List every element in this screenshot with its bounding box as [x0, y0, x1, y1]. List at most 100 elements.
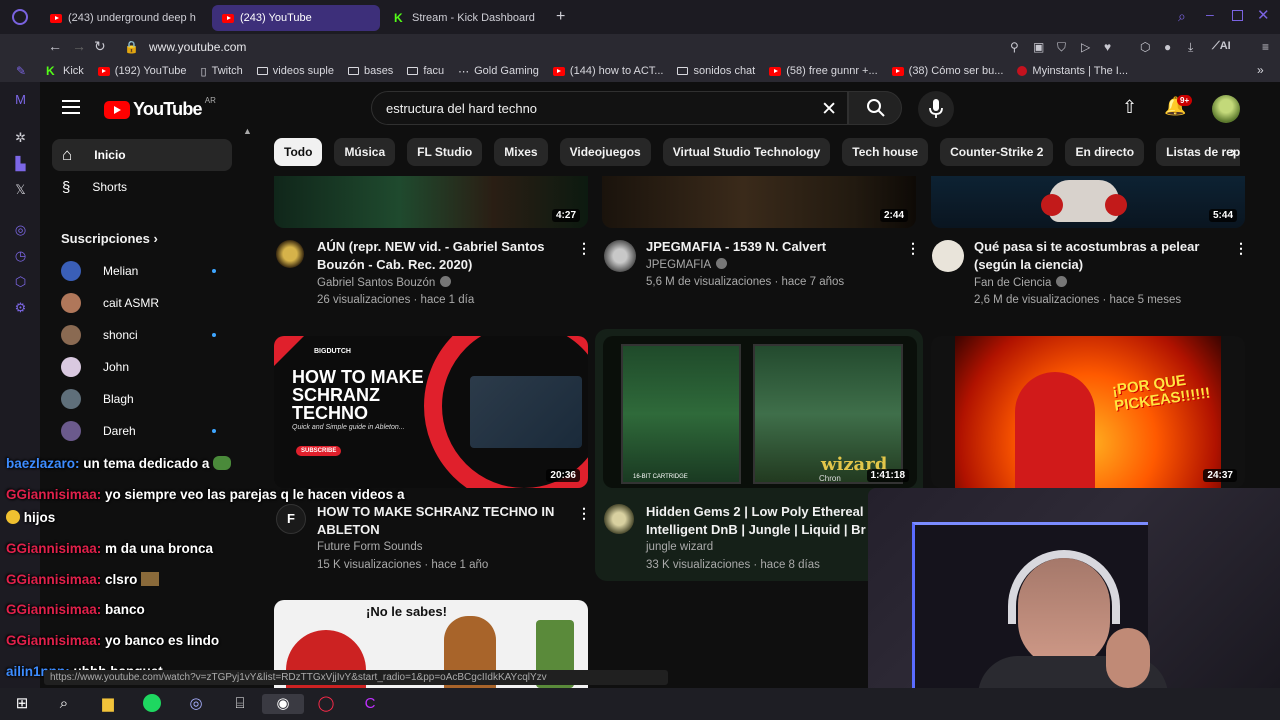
subscription-shonci[interactable]: shonci: [61, 324, 221, 346]
channel-avatar[interactable]: [604, 504, 634, 534]
more-options-icon[interactable]: ⋮: [577, 240, 591, 257]
chip-listas[interactable]: Listas de repro: [1156, 138, 1240, 166]
player-icon[interactable]: ◎: [13, 222, 28, 237]
chip-videojuegos[interactable]: Videojuegos: [559, 138, 651, 166]
video-title[interactable]: AÚN (repr. NEW vid. - Gabriel Santos Bouz…: [317, 238, 567, 274]
tab-youtube-active[interactable]: (243) YouTube: [212, 5, 380, 31]
screenshot-icon[interactable]: ▣: [1033, 40, 1044, 54]
search-button[interactable]: [848, 91, 902, 125]
video-thumbnail[interactable]: 4:27: [274, 176, 588, 228]
bookmark-gold-gaming[interactable]: ⋯ Gold Gaming: [458, 65, 539, 78]
chip-mixes[interactable]: Mixes: [494, 138, 548, 166]
video-title[interactable]: JPEGMAFIA - 1539 N. Calvert: [646, 238, 896, 256]
bookmark-star-icon[interactable]: ✎: [16, 64, 26, 78]
shield-icon[interactable]: ⛉: [1057, 40, 1066, 55]
subscription-john[interactable]: John: [61, 356, 221, 378]
bookmark-how-to-act[interactable]: (144) how to ACT...: [552, 65, 663, 77]
url-field[interactable]: www.youtube.com: [149, 40, 246, 54]
more-options-icon[interactable]: ⋮: [1234, 240, 1248, 257]
upload-icon[interactable]: ⇧: [1122, 97, 1137, 118]
subscription-dareh[interactable]: Dareh: [61, 420, 221, 442]
chatgpt-icon[interactable]: ✲: [13, 130, 28, 145]
bookmark-youtube[interactable]: (192) YouTube: [97, 65, 187, 77]
channel-avatar[interactable]: [276, 240, 304, 268]
bookmark-como-ser[interactable]: (38) Cómo ser bu...: [891, 65, 1003, 77]
menu-lines-icon[interactable]: ≡: [1262, 40, 1269, 54]
channel-avatar[interactable]: F: [276, 504, 306, 534]
profile-icon[interactable]: ●: [1164, 40, 1171, 54]
bookmark-facu[interactable]: facu: [407, 65, 444, 77]
bookmark-sonidos-chat[interactable]: sonidos chat: [677, 65, 755, 77]
obs-icon[interactable]: ◉: [262, 694, 304, 714]
bookmark-twitch[interactable]: ▯ Twitch: [201, 65, 243, 78]
windows-start-icon[interactable]: ⊞: [12, 694, 32, 714]
bookmarks-overflow-icon[interactable]: »: [1257, 63, 1264, 77]
heart-icon[interactable]: ♥: [1104, 40, 1111, 54]
messenger-icon[interactable]: M: [13, 92, 28, 107]
more-options-icon[interactable]: ⋮: [577, 505, 591, 522]
youtube-logo[interactable]: YouTube AR: [104, 96, 216, 120]
bookmark-bases[interactable]: bases: [347, 65, 393, 77]
chip-tech-house[interactable]: Tech house: [842, 138, 929, 166]
extensions-dock-icon[interactable]: ⬡: [13, 274, 28, 289]
search-tabs-icon[interactable]: ⌕: [1178, 8, 1186, 25]
forward-arrow-icon[interactable]: →: [72, 38, 86, 54]
voice-search-button[interactable]: [918, 91, 954, 127]
clear-search-icon[interactable]: ✕: [821, 98, 837, 121]
video-thumbnail[interactable]: BIGDUTCH HOW TO MAKE SCHRANZ TECHNO Quic…: [274, 336, 588, 488]
account-avatar[interactable]: [1212, 95, 1240, 123]
app-icon[interactable]: ⌸: [230, 694, 250, 714]
bookmark-kick[interactable]: K Kick: [46, 65, 84, 77]
file-explorer-icon[interactable]: ▆: [98, 694, 118, 714]
reload-icon[interactable]: ↻: [94, 38, 106, 55]
video-thumbnail[interactable]: 5:44: [931, 176, 1245, 228]
channel-avatar[interactable]: [932, 240, 964, 272]
scroll-up-icon[interactable]: ▲: [243, 126, 252, 136]
maximize-icon[interactable]: [1232, 10, 1243, 21]
chip-cs2[interactable]: Counter-Strike 2: [940, 138, 1054, 166]
channel-name[interactable]: JPEGMAFIA: [646, 258, 728, 271]
close-window-icon[interactable]: ✕: [1257, 6, 1270, 24]
chip-vst[interactable]: Virtual Studio Technology: [662, 138, 831, 166]
opera-gx-icon[interactable]: ◯: [316, 694, 336, 714]
subscriptions-heading[interactable]: Suscripciones ›: [61, 231, 158, 246]
settings-gear-icon[interactable]: ⚙: [13, 300, 28, 315]
video-thumbnail[interactable]: 2:44: [602, 176, 916, 228]
bookmark-myinstants[interactable]: Myinstants | The I...: [1017, 65, 1128, 77]
spotify-icon[interactable]: [142, 694, 162, 714]
chevron-right-icon[interactable]: ›: [1230, 142, 1236, 162]
chip-fl-studio[interactable]: FL Studio: [407, 138, 483, 166]
opera-logo-icon[interactable]: [12, 9, 28, 25]
channel-name[interactable]: jungle wizard: [646, 541, 713, 553]
history-icon[interactable]: ◷: [13, 248, 28, 263]
video-title[interactable]: HOW TO MAKE SCHRANZ TECHNO IN ABLETON: [317, 503, 567, 539]
hamburger-menu-icon[interactable]: [62, 100, 80, 114]
send-icon[interactable]: ▷: [1081, 40, 1090, 54]
ai-icon[interactable]: ⟋AI: [1212, 40, 1231, 53]
chip-todo[interactable]: Todo: [274, 138, 323, 166]
chip-en-directo[interactable]: En directo: [1065, 138, 1145, 166]
video-thumbnail[interactable]: 16-BIT CARTRIDGE wizard Chron 1:41:18: [603, 336, 917, 488]
pin-icon[interactable]: ⚲: [1010, 40, 1019, 54]
channel-name[interactable]: Future Form Sounds: [317, 541, 422, 553]
sidebar-item-shorts[interactable]: § Shorts: [52, 171, 232, 203]
channel-name[interactable]: Fan de Ciencia: [974, 276, 1068, 289]
search-icon[interactable]: ⌕: [54, 694, 74, 714]
back-arrow-icon[interactable]: ←: [48, 38, 62, 54]
video-thumbnail[interactable]: ¡POR QUE PICKEAS!!!!!! 24:37: [931, 336, 1245, 488]
tab-kick-dashboard[interactable]: K Stream - Kick Dashboard: [384, 5, 550, 31]
subscription-cait-asmr[interactable]: cait ASMR: [61, 292, 221, 314]
chip-musica[interactable]: Música: [334, 138, 396, 166]
tab-underground[interactable]: (243) underground deep h: [40, 5, 208, 31]
more-options-icon[interactable]: ⋮: [906, 240, 920, 257]
video-title[interactable]: Qué pasa si te acostumbras a pelear (segú…: [974, 238, 1224, 274]
new-tab-plus-icon[interactable]: +: [556, 8, 565, 26]
twitch-icon[interactable]: ▙: [13, 156, 28, 171]
subscription-melian[interactable]: Melian: [61, 260, 221, 282]
bookmark-free-gunnr[interactable]: (58) free gunnr +...: [769, 65, 878, 77]
browser-app-icon[interactable]: ◎: [186, 694, 206, 714]
video-title[interactable]: Hidden Gems 2 | Low Poly Ethereal Intelli…: [646, 503, 868, 539]
bookmark-videos-suple[interactable]: videos suple: [256, 65, 334, 77]
channel-avatar[interactable]: [604, 240, 636, 272]
subscription-blagh[interactable]: Blagh: [61, 388, 221, 410]
